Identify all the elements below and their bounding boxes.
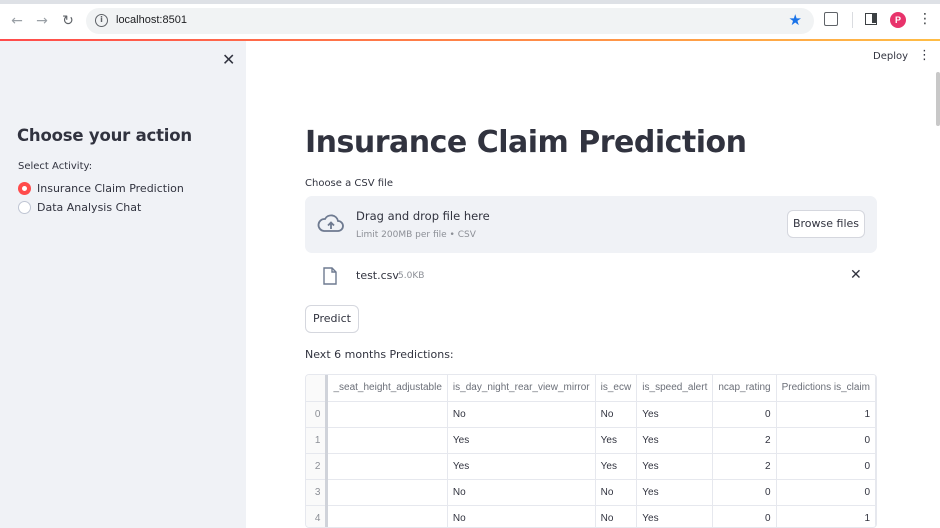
reload-icon[interactable]: ↻ (59, 12, 77, 30)
radio-selected-icon[interactable] (18, 182, 31, 195)
table-cell[interactable]: Yes (636, 401, 714, 428)
deploy-button[interactable]: Deploy (873, 51, 908, 62)
cloud-upload-icon (317, 214, 344, 232)
table-cell[interactable]: Yes (636, 505, 714, 527)
table-cell[interactable]: 0 (712, 479, 777, 506)
tab-strip (0, 0, 940, 4)
predictions-table: _seat_height_adjustable is_day_night_rea… (306, 375, 876, 527)
dropzone-limit-text: Limit 200MB per file • CSV (356, 230, 476, 240)
back-arrow-icon[interactable]: ← (8, 12, 26, 30)
address-bar[interactable]: i localhost:8501 ★ (86, 8, 814, 34)
app-menu-icon[interactable]: ⋮ (918, 48, 931, 63)
bookmark-star-icon[interactable]: ★ (789, 11, 802, 29)
main-content: Deploy ⋮ Insurance Claim Prediction Choo… (246, 41, 940, 528)
predict-button[interactable]: Predict (305, 305, 359, 333)
table-row: 2 Yes Yes Yes 2 0 (306, 453, 876, 480)
table-cell[interactable] (326, 479, 448, 506)
table-cell[interactable]: Yes (595, 453, 638, 480)
file-uploader-label: Choose a CSV file (305, 178, 393, 189)
file-icon (323, 267, 337, 285)
remove-file-icon[interactable]: ✕ (850, 267, 862, 283)
row-index: 1 (306, 427, 329, 454)
table-cell[interactable] (326, 427, 448, 454)
column-header[interactable]: Predictions is_claim (776, 375, 876, 402)
table-cell[interactable]: No (595, 479, 638, 506)
radio-option-insurance-claim-prediction[interactable]: Insurance Claim Prediction (18, 182, 184, 195)
profile-avatar[interactable]: P (890, 12, 906, 28)
browser-menu-icon[interactable]: ⋮ (918, 11, 932, 27)
sidebar-heading: Choose your action (17, 126, 192, 145)
table-cell[interactable]: 0 (712, 505, 777, 527)
table-row: 4 No No Yes 0 1 (306, 505, 876, 527)
column-header[interactable]: _seat_height_adjustable (326, 375, 448, 402)
browser-toolbar: ← → ↻ i localhost:8501 ★ P ⋮ (0, 0, 940, 40)
table-row: 1 Yes Yes Yes 2 0 (306, 427, 876, 454)
column-header[interactable]: ncap_rating (712, 375, 777, 402)
row-index: 0 (306, 401, 329, 428)
table-cell[interactable]: No (447, 401, 596, 428)
table-cell[interactable]: Yes (636, 427, 714, 454)
activity-radio-label: Select Activity: (18, 161, 93, 172)
file-name: test.csv (356, 269, 399, 282)
table-cell[interactable]: 1 (776, 505, 876, 527)
table-cell[interactable]: Yes (447, 453, 596, 480)
site-info-icon[interactable]: i (95, 14, 108, 27)
sidebar: ✕ Choose your action Select Activity: In… (0, 41, 246, 528)
row-index: 3 (306, 479, 329, 506)
column-header[interactable]: is_ecw (595, 375, 638, 402)
table-cell[interactable]: Yes (636, 453, 714, 480)
table-cell[interactable]: Yes (636, 479, 714, 506)
radio-option-label[interactable]: Data Analysis Chat (37, 201, 141, 214)
uploaded-file-row: test.csv 5.0KB ✕ (305, 263, 877, 291)
table-cell[interactable]: No (595, 401, 638, 428)
table-cell[interactable]: No (595, 505, 638, 527)
radio-option-data-analysis-chat[interactable]: Data Analysis Chat (18, 201, 141, 214)
page-title: Insurance Claim Prediction (305, 125, 747, 160)
dropzone-title: Drag and drop file here (356, 209, 490, 223)
column-header[interactable]: is_day_night_rear_view_mirror (447, 375, 596, 402)
table-row: 3 No No Yes 0 0 (306, 479, 876, 506)
table-cell[interactable]: No (447, 505, 596, 527)
forward-arrow-icon[interactable]: → (33, 12, 51, 30)
extensions-icon[interactable] (824, 12, 838, 26)
table-cell[interactable]: 1 (776, 401, 876, 428)
radio-unselected-icon[interactable] (18, 201, 31, 214)
column-header[interactable]: is_speed_alert (636, 375, 714, 402)
row-index: 2 (306, 453, 329, 480)
table-cell[interactable] (326, 401, 448, 428)
table-cell[interactable]: 0 (776, 479, 876, 506)
page-scrollbar[interactable] (936, 72, 940, 126)
index-header (306, 375, 329, 402)
table-cell[interactable]: 0 (712, 401, 777, 428)
table-cell[interactable]: No (447, 479, 596, 506)
table-cell[interactable]: 0 (776, 453, 876, 480)
radio-option-label[interactable]: Insurance Claim Prediction (37, 182, 184, 195)
table-cell[interactable]: 2 (712, 427, 777, 454)
table-cell[interactable]: 0 (776, 427, 876, 454)
close-sidebar-icon[interactable]: ✕ (222, 50, 235, 69)
file-size: 5.0KB (398, 271, 425, 281)
browse-files-button[interactable]: Browse files (787, 210, 865, 238)
url-text[interactable]: localhost:8501 (116, 14, 187, 26)
side-panel-icon[interactable] (865, 13, 877, 25)
table-header-row: _seat_height_adjustable is_day_night_rea… (306, 375, 876, 402)
table-cell[interactable] (326, 453, 448, 480)
file-dropzone[interactable]: Drag and drop file here Limit 200MB per … (305, 196, 877, 253)
table-row: 0 No No Yes 0 1 (306, 401, 876, 428)
table-cell[interactable]: 2 (712, 453, 777, 480)
table-cell[interactable] (326, 505, 448, 527)
table-cell[interactable]: Yes (595, 427, 638, 454)
toolbar-divider (852, 12, 853, 28)
predictions-dataframe[interactable]: _seat_height_adjustable is_day_night_rea… (305, 374, 877, 528)
table-cell[interactable]: Yes (447, 427, 596, 454)
predictions-heading: Next 6 months Predictions: (305, 348, 454, 361)
row-index: 4 (306, 505, 329, 527)
